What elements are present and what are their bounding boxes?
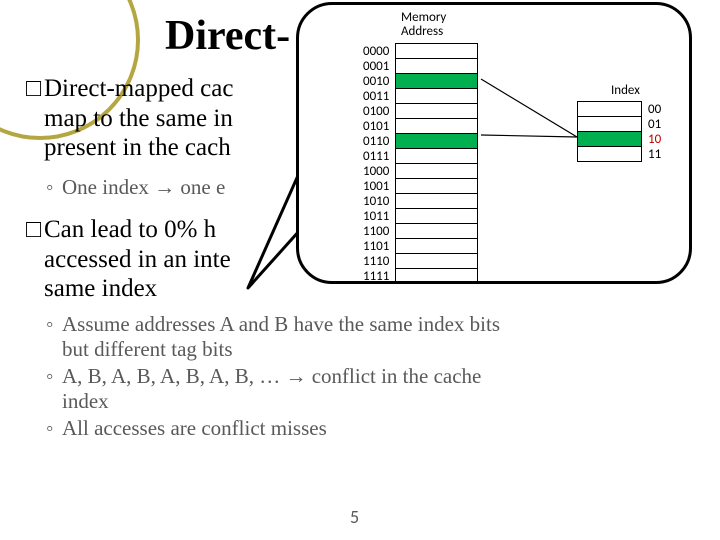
index-slot-cell: [578, 102, 642, 117]
slide-title: Direct-: [165, 12, 290, 60]
memory-address-cell: 0101: [363, 119, 396, 134]
memory-slot-cell: [396, 59, 478, 74]
memory-address-cell: 1011: [363, 209, 396, 224]
bullet-1-line2: map to the same in: [44, 105, 233, 132]
memory-slot-cell: [396, 194, 478, 209]
memory-slot-cell: [396, 209, 478, 224]
ring-icon: ◦: [46, 312, 62, 337]
memory-address-cell: 1100: [363, 224, 396, 239]
memory-address-cell: 0001: [363, 59, 396, 74]
memory-address-cell: 1110: [363, 254, 396, 269]
index-label-cell: 11: [642, 147, 662, 162]
memory-slot-cell: [396, 74, 478, 89]
sub-bullet-2a: ◦Assume addresses A and B have the same …: [46, 312, 686, 362]
ring-icon: ◦: [46, 175, 62, 200]
ring-icon: ◦: [46, 416, 62, 441]
diagram-callout: Memory Address Index 0000000100100011010…: [296, 2, 692, 284]
memory-address-cell: 1000: [363, 164, 396, 179]
memory-address-cell: 0011: [363, 89, 396, 104]
bullet-2-line1: Can lead to 0% h: [44, 216, 216, 243]
index-slot-cell: [578, 117, 642, 132]
slide: Direct- □Direct-mapped cac map to the sa…: [0, 0, 720, 540]
memory-slot-cell: [396, 134, 478, 149]
memory-slot-cell: [396, 269, 478, 284]
sub-bullet-2c-text: All accesses are conflict misses: [62, 416, 327, 440]
memory-slot-cell: [396, 254, 478, 269]
memory-table: 0000000100100011010001010110011110001001…: [363, 43, 478, 284]
memory-address-label: Memory Address: [401, 11, 446, 38]
memory-slot-cell: [396, 164, 478, 179]
memory-address-cell: 1001: [363, 179, 396, 194]
memory-slot-cell: [396, 179, 478, 194]
memory-address-cell: 0000: [363, 44, 396, 59]
memory-slot-cell: [396, 119, 478, 134]
index-label-cell: 01: [642, 117, 662, 132]
memory-address-cell: 1101: [363, 239, 396, 254]
memory-slot-cell: [396, 44, 478, 59]
sub-bullet-2a-l1: Assume addresses A and B have the same i…: [62, 312, 500, 336]
memory-address-cell: 1010: [363, 194, 396, 209]
index-slot-cell: [578, 132, 642, 147]
index-label-cell: 00: [642, 102, 662, 117]
sub-bullet-2b: ◦A, B, A, B, A, B, A, B, … → conflict in…: [46, 364, 686, 414]
memory-slot-cell: [396, 89, 478, 104]
memory-address-cell: 0100: [363, 104, 396, 119]
index-label: Index: [611, 83, 640, 98]
sub-bullet-2c: ◦All accesses are conflict misses: [46, 416, 686, 441]
bullet-square-icon: □: [26, 74, 44, 104]
index-label-cell: 10: [642, 132, 662, 147]
bullet-2-line3: same index: [44, 275, 157, 302]
bullet-2-line2: accessed in an inte: [44, 246, 231, 273]
index-table: 00011011: [577, 101, 662, 162]
ring-icon: ◦: [46, 364, 62, 389]
memory-slot-cell: [396, 149, 478, 164]
memory-slot-cell: [396, 104, 478, 119]
memory-slot-cell: [396, 224, 478, 239]
bullet-1-line1: Direct-mapped cac: [44, 75, 233, 102]
sub-bullet-1-text: One index → one e: [62, 175, 225, 199]
memory-slot-cell: [396, 239, 478, 254]
memory-address-cell: 0010: [363, 74, 396, 89]
diagram-inner: Memory Address Index 0000000100100011010…: [299, 5, 689, 281]
bullet-1-line3: present in the cach: [44, 134, 231, 161]
bullet-square-icon: □: [26, 215, 44, 245]
page-number: 5: [350, 506, 359, 528]
index-slot-cell: [578, 147, 642, 162]
sub-bullet-2b-l2: index: [62, 389, 109, 413]
sub-bullet-2b-l1: A, B, A, B, A, B, A, B, … → conflict in …: [62, 364, 481, 388]
memory-address-cell: 1111: [363, 269, 396, 284]
memory-address-cell: 0110: [363, 134, 396, 149]
memory-address-cell: 0111: [363, 149, 396, 164]
sub-bullet-2a-l2: but different tag bits: [62, 337, 233, 361]
